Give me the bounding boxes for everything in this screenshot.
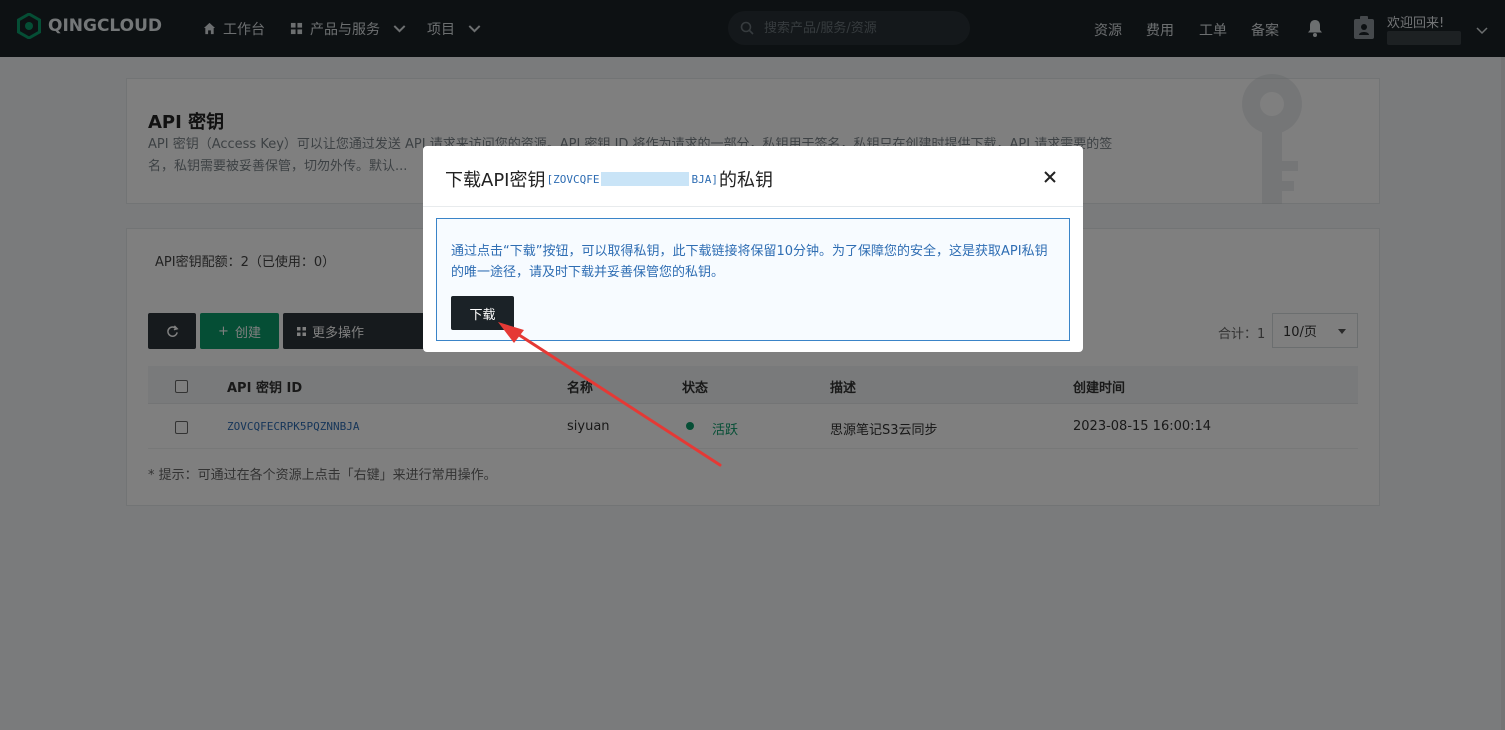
download-key-dialog: 下载API密钥 [ZOVCQFE BJA] 的私钥 通过点击“下载”按钮，可以取… — [423, 146, 1083, 352]
title-prefix: 下载API密钥 — [445, 170, 546, 191]
dialog-divider — [423, 206, 1083, 207]
modal-backdrop[interactable] — [0, 0, 1505, 730]
title-suffix: 的私钥 — [718, 170, 773, 191]
dialog-title: 下载API密钥 [ZOVCQFE BJA] 的私钥 — [445, 166, 773, 192]
close-icon[interactable] — [1043, 170, 1057, 184]
key-id-redacted — [601, 172, 690, 186]
key-id-start: [ZOVCQFE — [546, 172, 600, 186]
key-id-end: BJA] — [691, 172, 718, 186]
download-button[interactable]: 下载 — [451, 296, 514, 330]
download-notice: 通过点击“下载”按钮，可以取得私钥，此下载链接将保留10分钟。为了保障您的安全，… — [436, 218, 1070, 341]
notice-text: 通过点击“下载”按钮，可以取得私钥，此下载链接将保留10分钟。为了保障您的安全，… — [451, 244, 1048, 280]
